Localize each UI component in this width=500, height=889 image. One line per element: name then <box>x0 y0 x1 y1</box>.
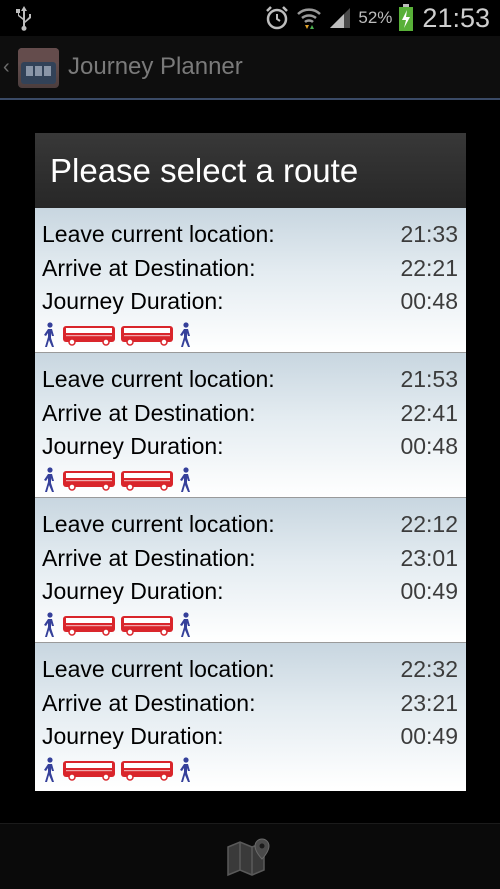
route-duration-label: Journey Duration: <box>42 723 224 750</box>
route-arrive-time: 23:21 <box>400 689 458 716</box>
route-arrive-row: Arrive at Destination: 23:21 <box>42 687 458 721</box>
route-leave-row: Leave current location: 22:32 <box>42 653 458 687</box>
route-leave-time: 21:53 <box>400 366 458 393</box>
walk-icon <box>42 757 58 788</box>
bus-icon <box>120 468 174 497</box>
route-arrive-label: Arrive at Destination: <box>42 254 256 281</box>
walk-icon <box>178 757 194 788</box>
app-icon[interactable] <box>18 48 59 88</box>
bus-icon <box>62 468 116 497</box>
map-icon[interactable] <box>226 837 272 877</box>
walk-icon <box>42 467 58 498</box>
route-arrive-time: 22:21 <box>400 254 458 281</box>
walk-icon <box>42 612 58 643</box>
bus-icon <box>120 758 174 787</box>
route-duration-row: Journey Duration: 00:49 <box>42 720 458 754</box>
route-duration-label: Journey Duration: <box>42 433 224 460</box>
route-list: Leave current location: 21:33 Arrive at De… <box>35 208 466 788</box>
route-arrive-row: Arrive at Destination: 22:41 <box>42 397 458 431</box>
route-duration-label: Journey Duration: <box>42 288 224 315</box>
walk-icon <box>178 612 194 643</box>
walk-icon <box>42 322 58 353</box>
route-duration-row: Journey Duration: 00:49 <box>42 575 458 609</box>
battery-charging-icon <box>399 4 414 31</box>
route-modes <box>42 612 458 643</box>
route-arrive-label: Arrive at Destination: <box>42 689 256 716</box>
action-bar: ‹ Journey Planner <box>0 36 500 100</box>
route-leave-label: Leave current location: <box>42 366 275 393</box>
signal-icon <box>330 8 351 28</box>
route-option[interactable]: Leave current location: 22:12 Arrive at De… <box>35 498 466 643</box>
route-leave-row: Leave current location: 22:12 <box>42 508 458 542</box>
route-arrive-time: 22:41 <box>400 399 458 426</box>
route-select-dialog: Please select a route Leave current loca… <box>35 133 466 791</box>
route-duration-time: 00:49 <box>400 723 458 750</box>
route-duration-time: 00:48 <box>400 288 458 315</box>
status-clock: 21:53 <box>422 2 490 33</box>
route-option[interactable]: Leave current location: 21:33 Arrive at De… <box>35 208 466 353</box>
usb-icon <box>16 6 31 31</box>
bus-icon <box>120 323 174 352</box>
dialog-header: Please select a route <box>35 133 466 208</box>
bus-icon <box>120 613 174 642</box>
route-arrive-label: Arrive at Destination: <box>42 544 256 571</box>
route-option[interactable]: Leave current location: 22:32 Arrive at De… <box>35 643 466 788</box>
route-leave-time: 22:12 <box>400 511 458 538</box>
route-option[interactable]: Leave current location: 21:53 Arrive at De… <box>35 353 466 498</box>
bottom-bar <box>0 823 500 889</box>
dialog-title: Please select a route <box>50 151 359 189</box>
route-leave-row: Leave current location: 21:53 <box>42 363 458 397</box>
route-arrive-time: 23:01 <box>400 544 458 571</box>
route-arrive-row: Arrive at Destination: 22:21 <box>42 252 458 286</box>
route-duration-label: Journey Duration: <box>42 578 224 605</box>
alarm-icon <box>266 6 289 30</box>
route-leave-label: Leave current location: <box>42 221 275 248</box>
route-leave-label: Leave current location: <box>42 656 275 683</box>
route-duration-row: Journey Duration: 00:48 <box>42 430 458 464</box>
bus-icon <box>62 323 116 352</box>
wifi-icon <box>297 8 322 29</box>
route-modes <box>42 757 458 788</box>
route-leave-label: Leave current location: <box>42 511 275 538</box>
route-duration-time: 00:48 <box>400 433 458 460</box>
battery-percent: 52% <box>358 8 393 27</box>
route-arrive-row: Arrive at Destination: 23:01 <box>42 542 458 576</box>
route-modes <box>42 322 458 353</box>
page-title: Journey Planner <box>68 53 243 80</box>
route-duration-time: 00:49 <box>400 578 458 605</box>
route-leave-time: 22:32 <box>400 656 458 683</box>
route-duration-row: Journey Duration: 00:48 <box>42 285 458 319</box>
up-chevron-icon[interactable]: ‹ <box>3 56 10 79</box>
route-leave-row: Leave current location: 21:33 <box>42 218 458 252</box>
bus-icon <box>62 613 116 642</box>
status-bar: 52% 21:53 <box>0 0 500 36</box>
bus-icon <box>62 758 116 787</box>
walk-icon <box>178 467 194 498</box>
route-modes <box>42 467 458 498</box>
walk-icon <box>178 322 194 353</box>
route-leave-time: 21:33 <box>400 221 458 248</box>
route-arrive-label: Arrive at Destination: <box>42 399 256 426</box>
